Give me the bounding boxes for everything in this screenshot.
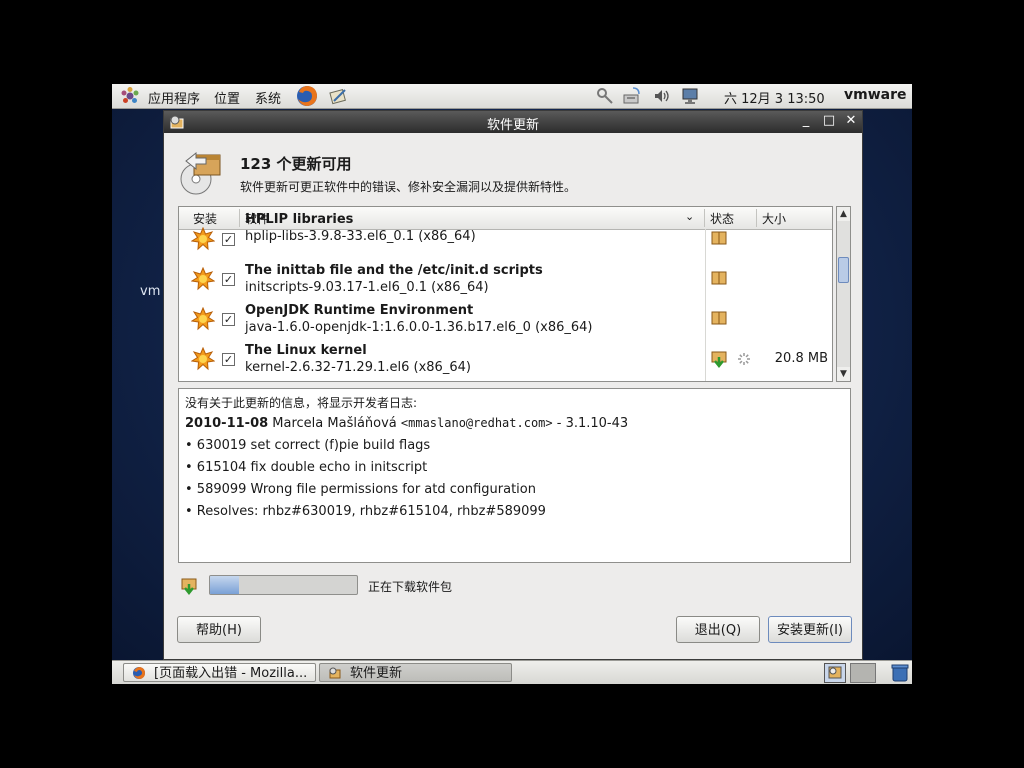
install-checkbox[interactable]: ✓ bbox=[222, 353, 235, 366]
software-update-window: 软件更新 _ □ ✕ 123 个更新可用 软件更新可更正软件中的错误、修补安全漏… bbox=[163, 110, 863, 660]
package-version: initscripts-9.03.17-1.el6_0.1 (x86_64) bbox=[245, 280, 489, 295]
spinner-icon bbox=[738, 353, 750, 365]
text-editor-icon[interactable] bbox=[328, 86, 348, 106]
taskbar-label: [页面载入出错 - Mozilla... bbox=[154, 666, 308, 681]
scroll-up-arrow[interactable]: ▲ bbox=[837, 207, 850, 221]
trash-icon[interactable] bbox=[890, 663, 910, 683]
menu-system[interactable]: 系统 bbox=[255, 88, 281, 107]
top-panel: 应用程序 位置 系统 六 12月 3 13:50 vmware bbox=[112, 84, 912, 109]
install-checkbox[interactable]: ✓ bbox=[222, 313, 235, 326]
update-list: 安装 软件 ⌄ 状态 大小 ✓ HPLIP libraries hplip-li… bbox=[178, 206, 833, 382]
clock[interactable]: 六 12月 3 13:50 bbox=[724, 88, 825, 107]
package-version: hplip-libs-3.9.8-33.el6_0.1 (x86_64) bbox=[245, 229, 476, 244]
user-name[interactable]: vmware bbox=[844, 87, 907, 103]
key-icon[interactable] bbox=[595, 86, 615, 106]
maximize-button[interactable]: □ bbox=[821, 113, 837, 129]
scroll-down-arrow[interactable]: ▼ bbox=[837, 367, 850, 381]
table-row[interactable]: ✓ The Linux kernel kernel-2.6.32-71.29.1… bbox=[179, 339, 832, 379]
menu-places[interactable]: 位置 bbox=[214, 88, 240, 107]
table-row[interactable]: ✓ The inittab file and the /etc/init.d s… bbox=[179, 259, 832, 299]
update-star-icon bbox=[191, 227, 215, 251]
package-name: HPLIP libraries bbox=[245, 212, 354, 227]
desktop-screen: vm 应用程序 位置 系统 六 12月 3 13:50 vmware 软件更新 … bbox=[112, 84, 912, 684]
firefox-icon bbox=[133, 667, 145, 679]
install-checkbox[interactable]: ✓ bbox=[222, 273, 235, 286]
package-size: 20.8 MB bbox=[774, 351, 828, 366]
package-name: The Linux kernel bbox=[245, 343, 367, 358]
close-button[interactable]: ✕ bbox=[843, 113, 859, 129]
update-star-icon bbox=[191, 307, 215, 331]
download-progress-bar bbox=[209, 575, 358, 595]
progress-fill bbox=[210, 576, 240, 594]
download-icon bbox=[711, 351, 727, 368]
changelog-item: • Resolves: rhbz#630019, rhbz#615104, rh… bbox=[185, 504, 546, 519]
update-star-icon bbox=[191, 267, 215, 291]
title-bar[interactable]: 软件更新 _ □ ✕ bbox=[164, 111, 862, 133]
list-scrollbar[interactable]: ▲ ▼ bbox=[836, 206, 851, 382]
install-checkbox[interactable]: ✓ bbox=[222, 233, 235, 246]
changelog-item: • 589099 Wrong file permissions for atd … bbox=[185, 482, 536, 497]
changelog-header: 2010-11-08 Marcela Mašláňová <mmaslano@r… bbox=[185, 416, 628, 431]
scrollbar-thumb[interactable] bbox=[838, 257, 849, 283]
display-icon[interactable] bbox=[680, 86, 700, 106]
bottom-panel: [页面载入出错 - Mozilla... 软件更新 bbox=[112, 660, 912, 684]
table-row[interactable]: ✓ OpenJDK Runtime Environment java-1.6.0… bbox=[179, 299, 832, 339]
package-icon bbox=[711, 231, 727, 245]
changelog-item: • 630019 set correct (f)pie build flags bbox=[185, 438, 431, 453]
updates-description: 软件更新可更正软件中的错误、修补安全漏洞以及提供新特性。 bbox=[240, 180, 577, 194]
update-star-icon bbox=[191, 347, 215, 371]
package-icon bbox=[711, 311, 727, 325]
details-notice: 没有关于此更新的信息，将显示开发者日志: bbox=[185, 396, 418, 410]
changelog-email: <mmaslano@redhat.com> bbox=[400, 416, 553, 430]
progress-label: 正在下载软件包 bbox=[368, 580, 453, 594]
taskbar-item-software-update[interactable]: 软件更新 bbox=[319, 663, 512, 682]
network-icon[interactable] bbox=[622, 86, 642, 106]
window-title: 软件更新 bbox=[486, 118, 539, 133]
changelog-release: - 3.1.10-43 bbox=[552, 416, 629, 431]
quit-button[interactable]: 退出(Q) bbox=[676, 616, 760, 643]
package-version: kernel-2.6.32-71.29.1.el6 (x86_64) bbox=[245, 360, 471, 375]
install-updates-button[interactable]: 安装更新(I) bbox=[768, 616, 852, 643]
package-icon bbox=[711, 271, 727, 285]
download-icon bbox=[181, 578, 197, 595]
updates-available-heading: 123 个更新可用 bbox=[240, 155, 352, 173]
package-version: java-1.6.0-openjdk-1:1.6.0.0-1.36.b17.el… bbox=[245, 320, 593, 335]
gnome-foot-icon[interactable] bbox=[120, 86, 140, 106]
update-details: 没有关于此更新的信息，将显示开发者日志: 2010-11-08 Marcela … bbox=[178, 388, 851, 563]
workspace-2-icon[interactable] bbox=[850, 663, 876, 683]
workspace-1-icon[interactable] bbox=[824, 663, 846, 683]
changelog-item: • 615104 fix double echo in initscript bbox=[185, 460, 428, 475]
changelog-date: 2010-11-08 bbox=[185, 416, 269, 431]
changelog-author: Marcela Mašláňová bbox=[268, 416, 401, 431]
help-button[interactable]: 帮助(H) bbox=[177, 616, 261, 643]
desktop-icon-label[interactable]: vm bbox=[140, 284, 160, 299]
volume-icon[interactable] bbox=[652, 86, 672, 106]
minimize-button[interactable]: _ bbox=[798, 113, 814, 129]
taskbar-item-firefox[interactable]: [页面载入出错 - Mozilla... bbox=[123, 663, 316, 682]
taskbar-label: 软件更新 bbox=[350, 666, 403, 681]
software-update-icon bbox=[180, 151, 221, 195]
software-update-icon bbox=[329, 667, 341, 679]
menu-applications[interactable]: 应用程序 bbox=[148, 88, 200, 107]
package-name: The inittab file and the /etc/init.d scr… bbox=[245, 263, 543, 278]
firefox-icon[interactable] bbox=[295, 84, 319, 108]
table-row[interactable]: ✓ HPLIP libraries hplip-libs-3.9.8-33.el… bbox=[179, 212, 832, 259]
package-name: OpenJDK Runtime Environment bbox=[245, 303, 474, 318]
